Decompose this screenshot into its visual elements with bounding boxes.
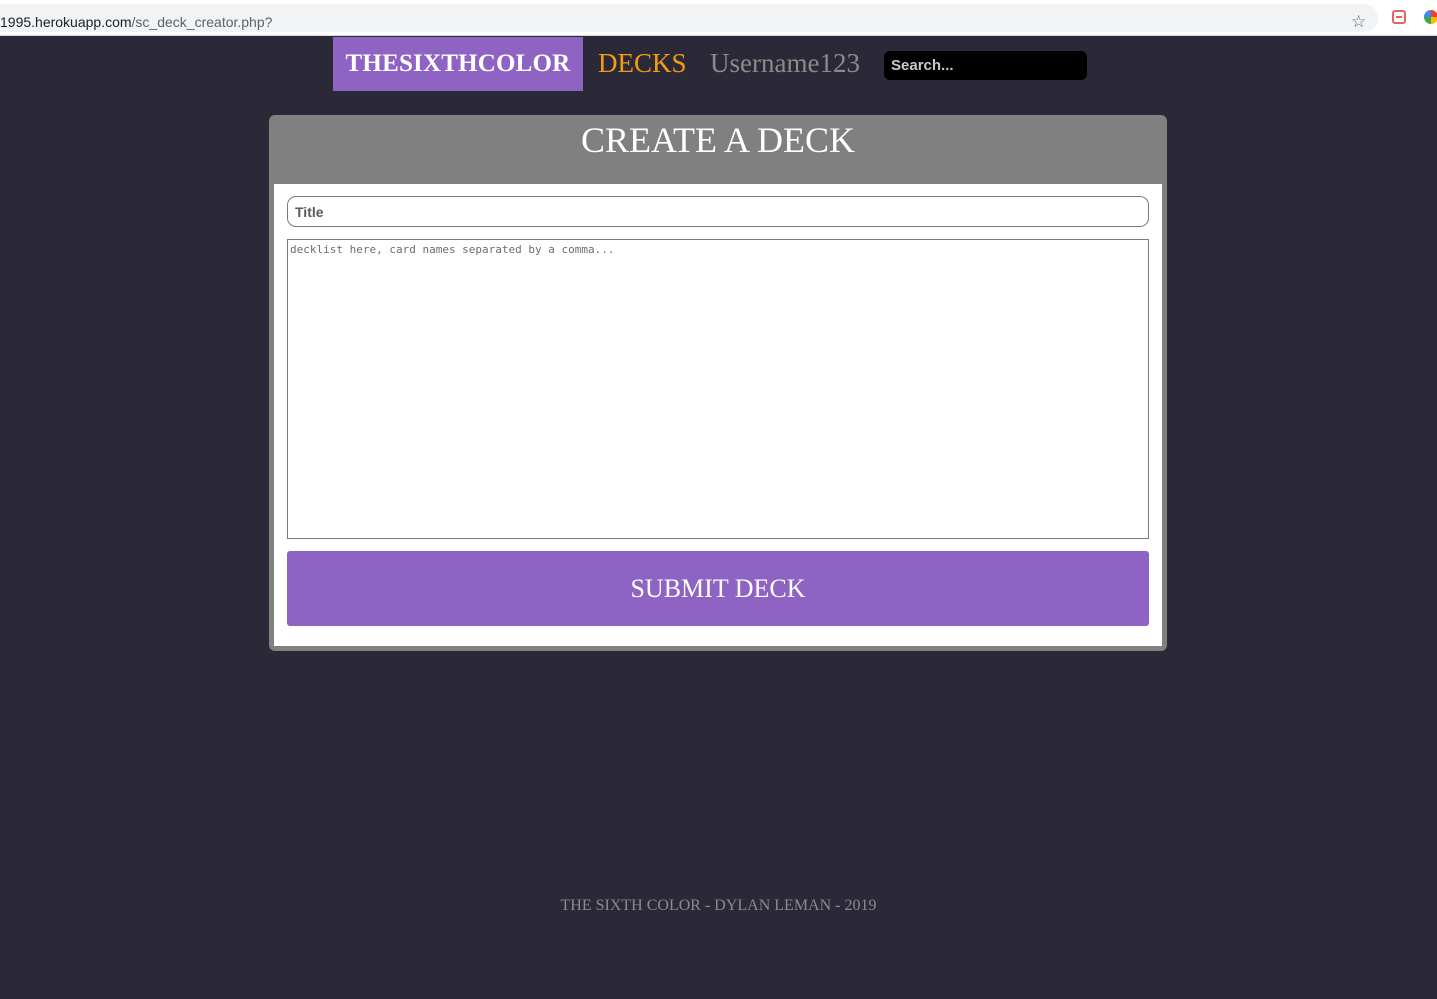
url-path: /sc_deck_creator.php? bbox=[131, 14, 273, 30]
address-bar[interactable]: 1995.herokuapp.com/sc_deck_creator.php? … bbox=[0, 4, 1378, 32]
nav-username-link[interactable]: Username123 bbox=[710, 44, 860, 82]
site-logo-link[interactable]: THESIXTHCOLOR bbox=[333, 37, 583, 91]
nav-decks-link[interactable]: DECKS bbox=[598, 44, 687, 82]
footer-text: THE SIXTH COLOR - DYLAN LEMAN - 2019 bbox=[560, 897, 877, 914]
create-deck-card: CREATE A DECK SUBMIT DECK bbox=[269, 115, 1167, 651]
search-input[interactable] bbox=[884, 51, 1087, 80]
color-wheel-icon[interactable] bbox=[1424, 10, 1437, 24]
decklist-textarea[interactable] bbox=[287, 239, 1149, 539]
url-host: 1995.herokuapp.com bbox=[0, 14, 132, 30]
submit-deck-button[interactable]: SUBMIT DECK bbox=[287, 551, 1149, 626]
card-heading: CREATE A DECK bbox=[580, 120, 856, 160]
extension-icon[interactable] bbox=[1392, 10, 1406, 24]
create-deck-form: SUBMIT DECK bbox=[274, 184, 1162, 646]
browser-toolbar: 1995.herokuapp.com/sc_deck_creator.php? … bbox=[0, 0, 1437, 36]
bookmark-star-icon[interactable]: ☆ bbox=[1351, 12, 1366, 32]
deck-title-input[interactable] bbox=[287, 196, 1149, 227]
url-text: 1995.herokuapp.com/sc_deck_creator.php? bbox=[0, 14, 272, 30]
